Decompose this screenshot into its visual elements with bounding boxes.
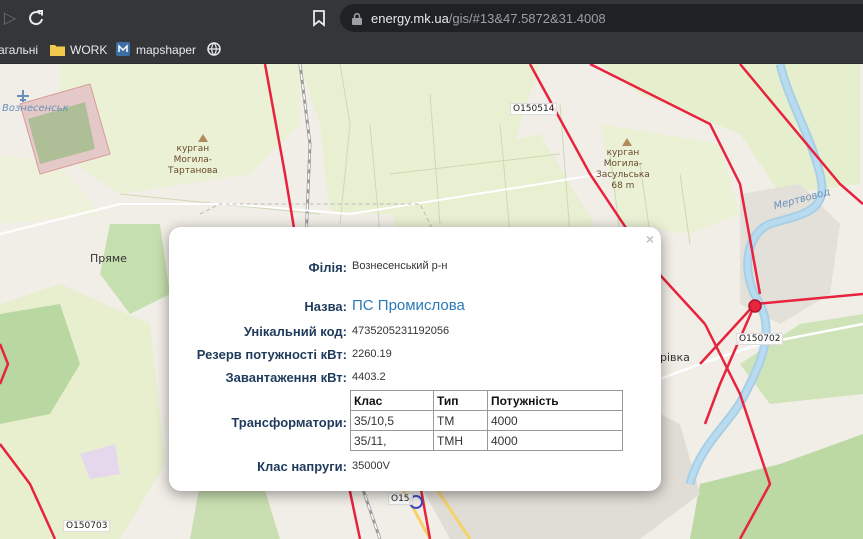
nazva-value[interactable]: ПС Промислова [352, 297, 465, 314]
code-label: Унікальний код: [243, 324, 347, 339]
bookmark-label: агальні [0, 43, 39, 57]
filiya-value: Вознесенський р-н [352, 260, 448, 272]
url-text[interactable]: energy.mk.ua/gis/#13&47.5872&31.4008 [371, 11, 606, 26]
substation-info-popup: × Філія: Вознесенський р-н Назва: ПС Про… [169, 227, 661, 491]
bookmark-agalni[interactable]: агальні [0, 42, 38, 58]
table-row: 35/11, ТМН 4000 [350, 430, 623, 451]
bookmark-work[interactable]: WORK [50, 42, 107, 58]
globe-icon [207, 42, 221, 60]
reserve-value: 2260.19 [352, 348, 392, 360]
table-cell: 35/10,5 [350, 410, 434, 431]
code-value: 4735205231192056 [352, 325, 450, 337]
map-label-kurgan-tartanova: курган Могила- Тартанова [168, 144, 218, 176]
browser-toolbar: ▷ energy.mk.ua/gis/#13&47.5872&31.4008 [0, 0, 863, 36]
map-label-pryame: Пряме [90, 252, 127, 265]
reserve-label: Резерв потужності кВт: [196, 347, 347, 362]
substation-label-o150514[interactable]: O150514 [510, 103, 558, 115]
bookmark-mapshaper[interactable]: mapshaper [116, 42, 196, 58]
map-label-rivka: рівка [660, 351, 690, 364]
column-header: Клас [350, 390, 434, 411]
load-label: Завантаження кВт: [225, 370, 347, 385]
column-header: Потужність [487, 390, 623, 411]
bookmark-label: WORK [70, 43, 108, 57]
bookmarks-bar: агальні WORK mapshaper [0, 36, 863, 64]
reload-icon[interactable] [26, 8, 46, 28]
map-label-voznesensk: Вознесенськ [2, 103, 69, 114]
folder-icon [50, 44, 65, 60]
table-header-row: Клас Тип Потужність [350, 390, 623, 411]
table-cell: ТМ [433, 410, 488, 431]
voltage-value: 35000V [352, 460, 390, 472]
substation-label-bottom[interactable]: O15 [388, 493, 413, 505]
load-value: 4403.2 [352, 371, 386, 383]
nazva-label: Назва: [304, 299, 347, 314]
bookmark-globe[interactable] [207, 42, 221, 58]
forward-icon[interactable]: ▷ [0, 8, 20, 28]
map-label-kurgan-zasulska: курган Могила- Засульська 68 m [596, 148, 650, 191]
table-cell: 4000 [487, 430, 623, 451]
column-header: Тип [433, 390, 488, 411]
url-host: energy.mk.ua [371, 11, 449, 26]
lock-icon[interactable] [352, 12, 362, 25]
mapshaper-icon [116, 42, 130, 60]
table-cell: 4000 [487, 410, 623, 431]
address-bar[interactable]: energy.mk.ua/gis/#13&47.5872&31.4008 [340, 4, 863, 32]
filiya-label: Філія: [308, 260, 348, 275]
table-cell: ТМН [433, 430, 488, 451]
table-row: 35/10,5 ТМ 4000 [350, 410, 623, 431]
transformers-label: Трансформатори: [231, 415, 347, 430]
close-icon[interactable]: × [646, 231, 654, 247]
transformers-table: Клас Тип Потужність 35/10,5 ТМ 4000 35/1… [350, 390, 623, 451]
bookmark-page-icon[interactable] [312, 9, 326, 27]
url-path: /gis/#13&47.5872&31.4008 [448, 11, 606, 26]
voltage-label: Клас напруги: [257, 459, 347, 474]
substation-label-o150702[interactable]: O150702 [736, 333, 784, 345]
substation-label-o150703[interactable]: O150703 [63, 520, 111, 532]
table-cell: 35/11, [350, 430, 434, 451]
bookmark-label: mapshaper [136, 43, 197, 57]
